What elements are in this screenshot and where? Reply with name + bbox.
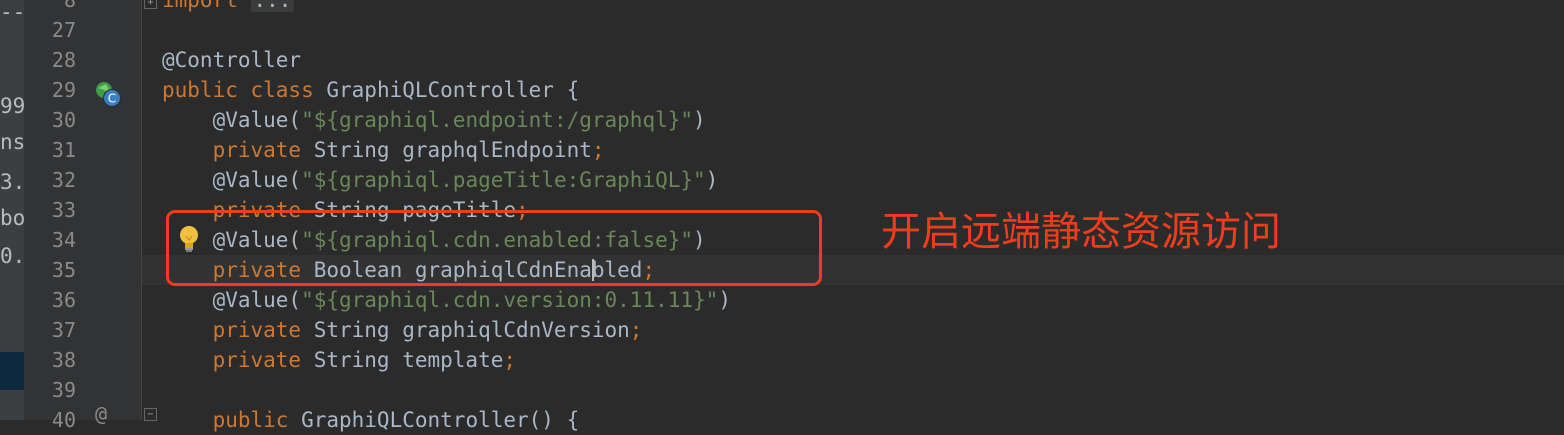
line-number: 39 [51, 378, 76, 402]
panel-fragment: 0.2 [0, 244, 24, 268]
code-token: @Value( [162, 108, 302, 132]
panel-fragment: bo [0, 206, 24, 230]
line-number: 37 [51, 318, 76, 342]
line-number: 27 [51, 18, 76, 42]
override-icon[interactable]: @ [95, 402, 107, 426]
code-line[interactable]: import ... [162, 0, 295, 15]
code-token: private [162, 318, 314, 342]
code-token: private [162, 348, 314, 372]
code-line[interactable]: private String graphiqlCdnVersion; [162, 315, 643, 345]
code-token: GraphiQLController { [326, 78, 580, 102]
code-token: ; [629, 318, 643, 342]
code-token: "${graphiql.endpoint:/graphql}" [301, 108, 694, 132]
code-token: ; [591, 138, 605, 162]
code-line[interactable]: @Controller [162, 45, 301, 75]
fold-expand-icon[interactable]: + [144, 0, 157, 9]
code-token: import [162, 0, 251, 12]
code-token: @Value( [162, 288, 302, 312]
code-line[interactable]: private String template; [162, 345, 516, 375]
code-token: String graphiqlCdnVersion [313, 318, 630, 342]
code-token: "${graphiql.pageTitle:GraphiQL}" [301, 168, 706, 192]
code-token: ) [693, 108, 706, 132]
text-caret [591, 259, 594, 281]
code-token: String template [313, 348, 504, 372]
line-number: 31 [51, 138, 76, 162]
annotation-highlight-box [166, 210, 822, 286]
code-token: public [162, 408, 302, 432]
code-line[interactable]: @Value("${graphiql.pageTitle:GraphiQL}") [162, 165, 719, 195]
class-implementation-icon[interactable]: C [92, 78, 124, 110]
line-number: 34 [51, 228, 76, 252]
line-number: 36 [51, 288, 76, 312]
code-line[interactable]: public class GraphiQLController { [162, 75, 579, 105]
code-token: private [162, 138, 314, 162]
line-number: 29 [51, 78, 76, 102]
code-line[interactable]: @Value("${graphiql.endpoint:/graphql}") [162, 105, 706, 135]
code-line[interactable]: public GraphiQLController() { [162, 405, 580, 435]
line-number: 28 [51, 48, 76, 72]
code-line[interactable]: private String graphqlEndpoint; [162, 135, 605, 165]
line-number: 40 [51, 408, 76, 432]
panel-fragment: 3. [0, 170, 24, 194]
code-token: "${graphiql.cdn.version:0.11.11}" [301, 288, 719, 312]
line-number: 38 [51, 348, 76, 372]
annotation-text: 开启远端静态资源访问 [881, 209, 1281, 255]
project-panel-selection [0, 352, 24, 390]
line-number: 33 [51, 198, 76, 222]
code-token: public class [162, 78, 327, 102]
class-icon-letter: C [108, 92, 116, 106]
code-token: @Controller [162, 48, 302, 72]
code-token: GraphiQLController() { [301, 408, 580, 432]
code-line[interactable]: @Value("${graphiql.cdn.version:0.11.11}"… [162, 285, 731, 315]
line-number: 30 [51, 108, 76, 132]
code-token: ; [503, 348, 517, 372]
code-token: @Value( [162, 168, 302, 192]
panel-fragment: ns [0, 130, 24, 154]
line-number: 35 [51, 258, 76, 282]
code-token: ... [250, 0, 295, 12]
code-token: ) [705, 168, 719, 192]
fold-collapse-icon[interactable]: − [144, 408, 157, 421]
code-token: ) [718, 288, 731, 312]
panel-fragment-0: -- [0, 0, 24, 24]
code-token: String graphqlEndpoint [313, 138, 592, 162]
panel-fragment: 99 [0, 94, 24, 118]
line-number: 32 [51, 168, 76, 192]
project-panel-strip[interactable]: -- 99 ns 3. bo 0.2 [0, 0, 24, 420]
line-number: 8 [63, 0, 76, 12]
